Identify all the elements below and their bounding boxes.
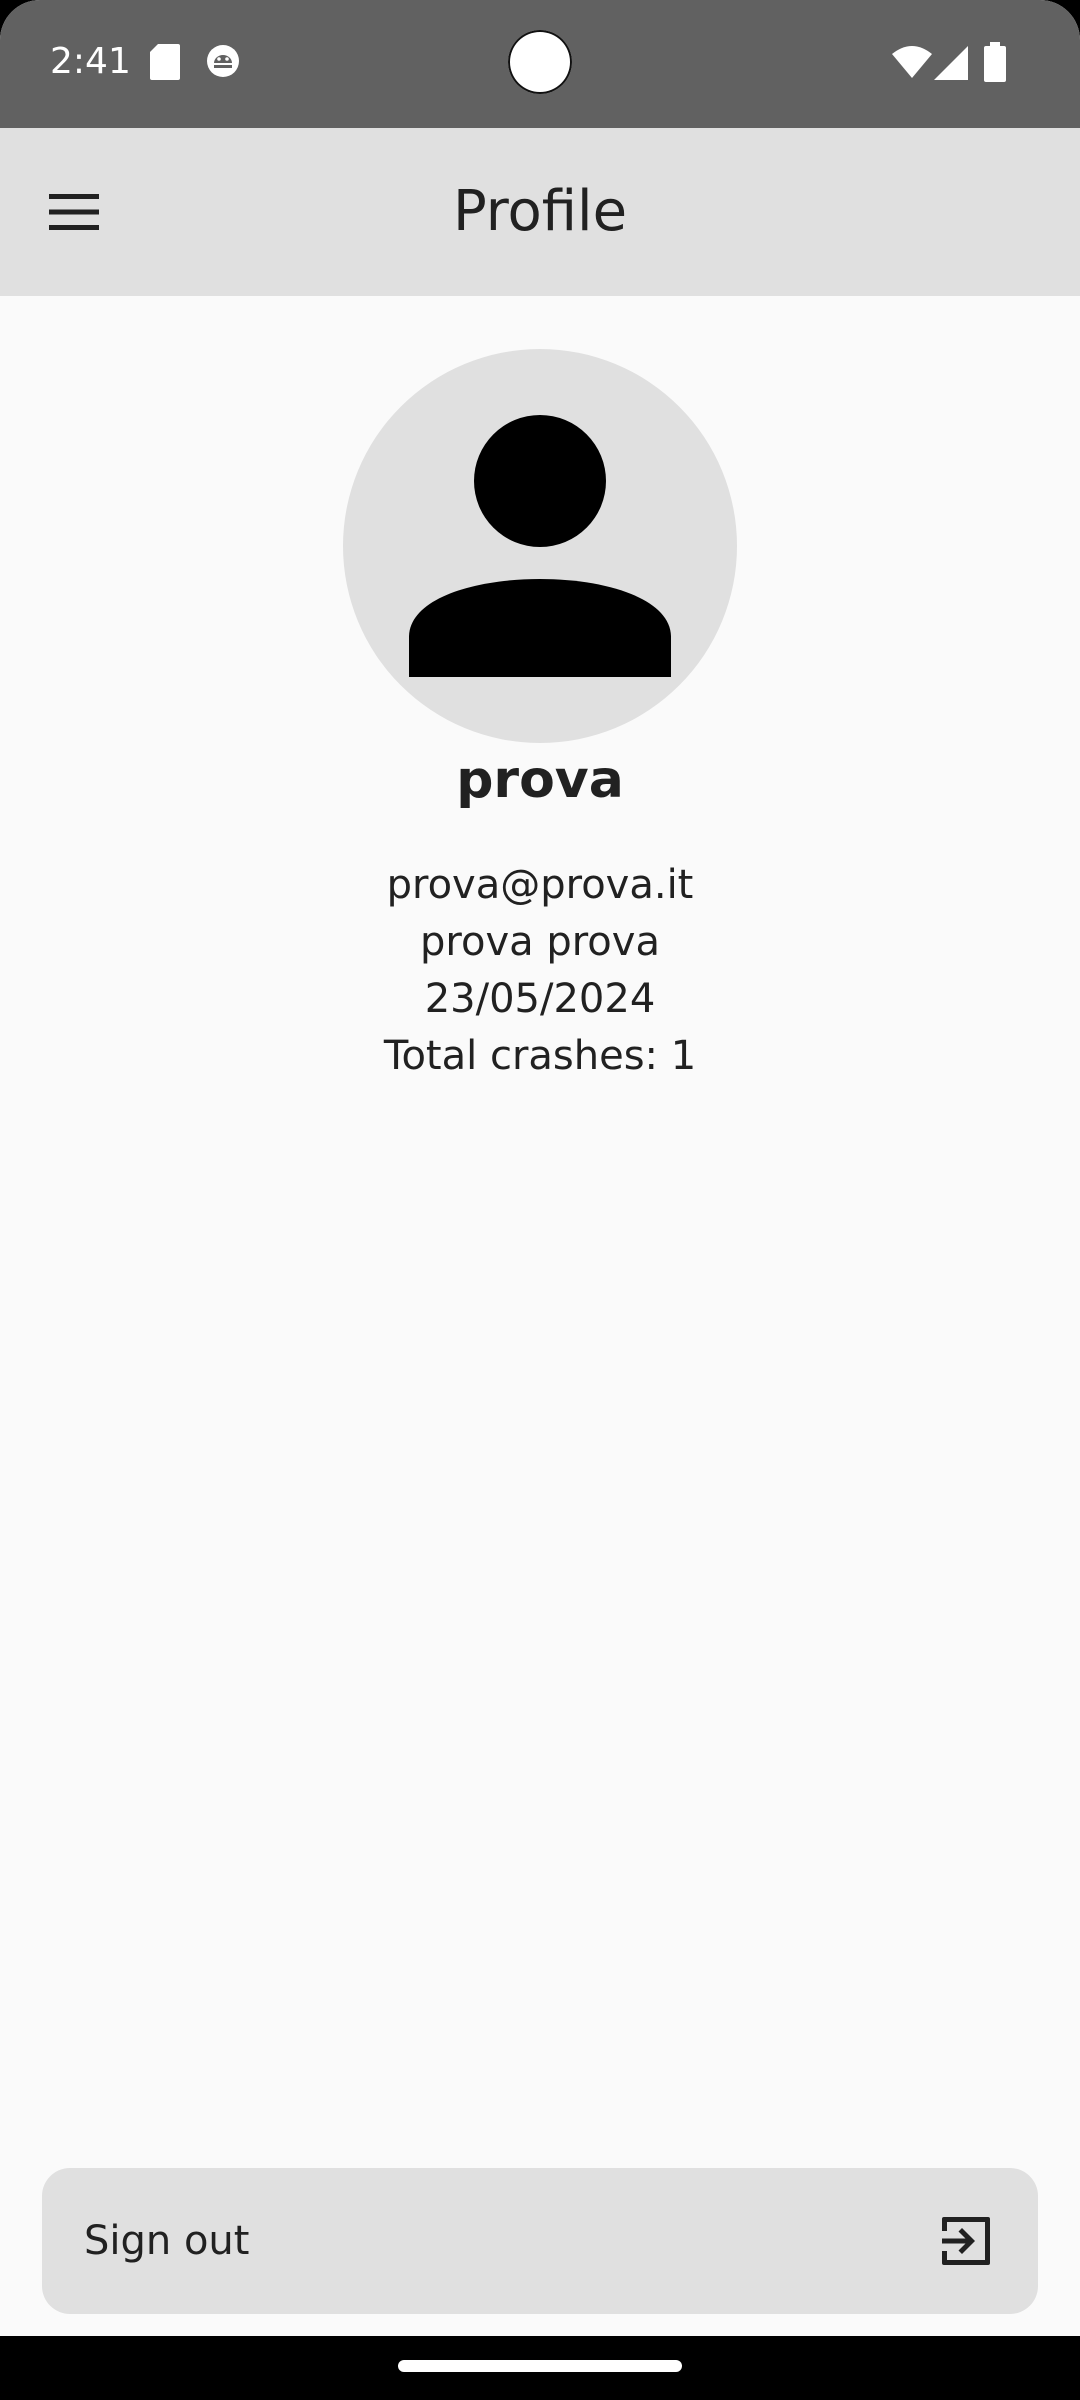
navigation-bar (0, 2336, 1080, 2400)
android-debug-icon (207, 45, 239, 77)
wifi-icon (892, 46, 932, 78)
profile-info: prova@prova.it prova prova 23/05/2024 To… (0, 857, 1080, 1085)
sd-card-icon (150, 44, 180, 80)
menu-button[interactable] (30, 168, 118, 256)
status-time: 2:41 (50, 41, 131, 82)
email-text: prova@prova.it (386, 862, 694, 908)
username: prova (456, 750, 624, 810)
full-name-text: prova prova (420, 919, 660, 965)
hamburger-menu-icon (49, 194, 99, 230)
avatar (343, 349, 737, 743)
date-text: 23/05/2024 (424, 976, 656, 1022)
sign-out-label: Sign out (84, 2218, 250, 2264)
battery-icon (984, 42, 1006, 82)
sign-out-button[interactable]: Sign out (42, 2168, 1038, 2314)
camera-cutout (508, 30, 572, 94)
app-bar: Profile (0, 128, 1080, 296)
page-title: Profile (452, 179, 628, 244)
total-crashes-text: Total crashes: 1 (383, 1033, 697, 1079)
cellular-signal-icon (934, 46, 968, 80)
status-bar: 2:41 (0, 0, 1080, 128)
logout-icon (942, 2217, 990, 2265)
person-icon (409, 415, 671, 677)
gesture-handle[interactable] (398, 2360, 682, 2372)
profile-screen: 2:41 Profile prova prova@prova.it prova … (0, 0, 1080, 2400)
